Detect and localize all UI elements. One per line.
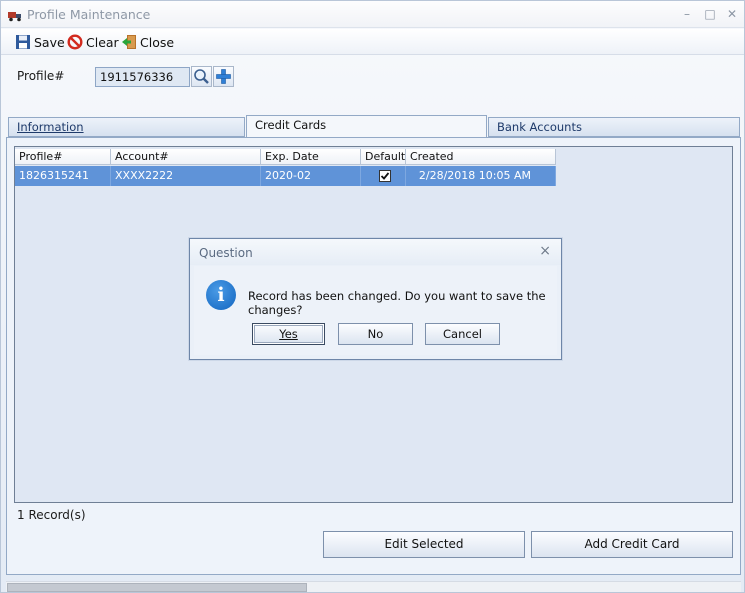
plus-icon xyxy=(216,69,231,84)
save-button[interactable]: Save xyxy=(15,32,65,52)
yes-button[interactable]: Yes xyxy=(252,323,325,345)
cancel-label: Cancel xyxy=(443,327,482,341)
tab-information-label: Information xyxy=(17,120,84,134)
tab-information[interactable]: Information xyxy=(8,117,245,137)
dialog-message: Record has been changed. Do you want to … xyxy=(248,289,546,317)
tab-bank-accounts[interactable]: Bank Accounts xyxy=(488,117,740,137)
scrollbar-thumb[interactable] xyxy=(7,583,307,592)
dialog-title-bar: Question × xyxy=(190,239,561,265)
checkmark-icon xyxy=(380,172,390,180)
profile-label: Profile# xyxy=(17,69,65,83)
window-title: Profile Maintenance xyxy=(27,7,151,22)
no-label: No xyxy=(367,327,384,341)
exit-door-icon xyxy=(122,35,136,49)
clear-button[interactable]: Clear xyxy=(67,32,119,52)
question-dialog: Question × i Record has been changed. Do… xyxy=(189,238,562,360)
cell-exp-date: 2020-02 xyxy=(261,166,361,186)
edit-selected-label: Edit Selected xyxy=(384,537,464,551)
column-header-created[interactable]: Created xyxy=(406,149,556,165)
minimize-icon[interactable]: – xyxy=(679,6,695,22)
cell-profile: 1826315241 xyxy=(15,166,111,186)
default-checkbox[interactable] xyxy=(379,170,391,182)
search-button[interactable] xyxy=(191,66,212,87)
tab-credit-cards-label: Credit Cards xyxy=(255,118,327,132)
tab-credit-cards[interactable]: Credit Cards xyxy=(246,115,487,138)
profile-maintenance-window: Profile Maintenance – □ ✕ Save Clear Clo… xyxy=(0,0,745,593)
column-header-exp-date[interactable]: Exp. Date xyxy=(261,149,361,165)
cell-account: XXXX2222 xyxy=(111,166,261,186)
no-button[interactable]: No xyxy=(338,323,413,345)
search-icon xyxy=(194,69,209,84)
close-label: Close xyxy=(140,34,175,50)
column-header-profile[interactable]: Profile# xyxy=(15,149,111,165)
truck-app-icon xyxy=(7,7,23,23)
close-button[interactable]: Close xyxy=(121,32,174,52)
edit-selected-button[interactable]: Edit Selected xyxy=(323,531,525,558)
close-window-icon[interactable]: ✕ xyxy=(724,6,740,22)
profile-input[interactable] xyxy=(95,67,190,87)
dialog-close-icon[interactable]: × xyxy=(539,243,551,259)
horizontal-scrollbar[interactable] xyxy=(6,581,741,592)
title-bar: Profile Maintenance – □ ✕ xyxy=(1,1,744,28)
tab-bank-accounts-label: Bank Accounts xyxy=(497,120,582,134)
add-profile-button[interactable] xyxy=(213,66,234,87)
grid-header: Profile# Account# Exp. Date Default Crea… xyxy=(15,149,556,165)
cell-default[interactable] xyxy=(361,166,406,186)
add-credit-card-label: Add Credit Card xyxy=(584,537,680,551)
maximize-icon[interactable]: □ xyxy=(702,6,718,22)
add-credit-card-button[interactable]: Add Credit Card xyxy=(531,531,733,558)
clear-label: Clear xyxy=(86,34,119,50)
toolbar: Save Clear Close xyxy=(1,29,744,55)
floppy-disk-icon xyxy=(16,35,30,49)
save-label: Save xyxy=(34,34,65,50)
column-header-default[interactable]: Default xyxy=(361,149,406,165)
dialog-title: Question xyxy=(199,246,253,260)
info-icon: i xyxy=(206,280,236,310)
table-row[interactable]: 1826315241 XXXX2222 2020-02 2/28/2018 10… xyxy=(15,166,556,186)
no-entry-icon xyxy=(67,34,83,50)
cancel-button[interactable]: Cancel xyxy=(425,323,500,345)
yes-label: Yes xyxy=(279,327,298,341)
cell-created: 2/28/2018 10:05 AM xyxy=(406,166,556,186)
record-count: 1 Record(s) xyxy=(17,508,86,522)
column-header-account[interactable]: Account# xyxy=(111,149,261,165)
dialog-body: i Record has been changed. Do you want t… xyxy=(194,266,557,355)
